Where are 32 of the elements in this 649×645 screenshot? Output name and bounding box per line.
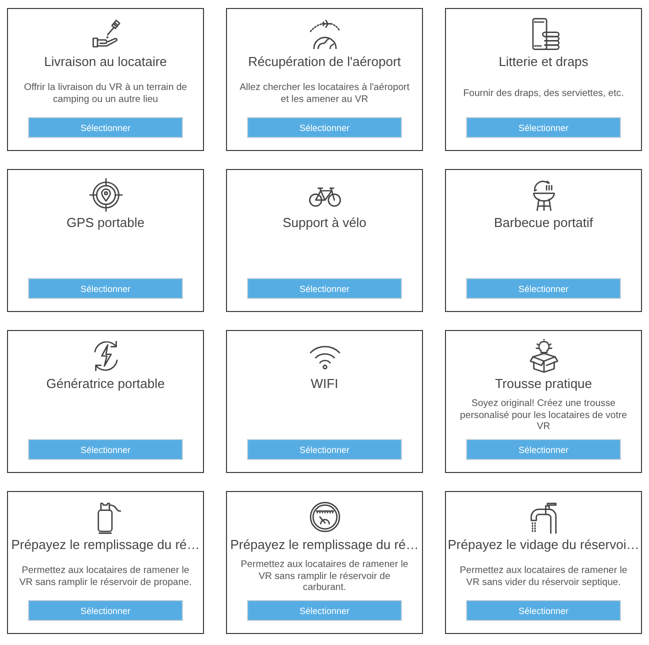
select-button[interactable]: Sélectionner bbox=[247, 278, 402, 299]
select-button[interactable]: Sélectionner bbox=[466, 439, 621, 460]
card-description: Offrir la livraison du VR à un terrain de camping ou un autre lieu bbox=[23, 82, 188, 105]
card-title: Livraison au locataire bbox=[44, 54, 167, 70]
card-title: GPS portable bbox=[66, 215, 145, 231]
card-description: Fournir des draps, des serviettes, etc. bbox=[463, 88, 624, 100]
card-title: Barbecue portatif bbox=[494, 215, 593, 231]
card-title: Récupération de l'aéroport bbox=[248, 54, 401, 70]
target-pin-icon bbox=[88, 178, 124, 212]
card-description: Allez chercher les locataires à l'aéroport et les amener au VR bbox=[238, 82, 410, 105]
select-button[interactable]: Sélectionner bbox=[466, 600, 621, 621]
card-title: Prépayez le vidage du réservoi… bbox=[448, 537, 640, 553]
card-description: Permettez aux locataires de ramener le VR sans vider du réservoir septique. bbox=[458, 565, 628, 588]
card-description: Permettez aux locataires de ramener le VR sans ramplir le réservoir de carburant. bbox=[240, 559, 410, 594]
card-title: WIFI bbox=[310, 376, 338, 392]
select-button[interactable]: Sélectionner bbox=[247, 117, 402, 138]
card-title: Trousse pratique bbox=[494, 376, 592, 392]
select-button[interactable]: Sélectionner bbox=[28, 439, 183, 460]
card-title: Génératrice portable bbox=[46, 376, 165, 392]
card-title: Prépayez le remplissage du ré… bbox=[230, 537, 419, 553]
select-button[interactable]: Sélectionner bbox=[28, 117, 183, 138]
select-button[interactable]: Sélectionner bbox=[466, 278, 621, 299]
select-button[interactable]: Sélectionner bbox=[247, 600, 402, 621]
select-button[interactable]: Sélectionner bbox=[466, 117, 621, 138]
select-button[interactable]: Sélectionner bbox=[28, 600, 183, 621]
card-description: Permettez aux locataires de ramener le VR sans ramplir le réservoir de propane. bbox=[18, 565, 193, 588]
card-title: Prépayez le remplissage du ré… bbox=[11, 537, 200, 553]
select-button[interactable]: Sélectionner bbox=[28, 278, 183, 299]
select-button[interactable]: Sélectionner bbox=[247, 439, 402, 460]
card-title: Litterie et draps bbox=[498, 54, 588, 70]
card-title: Support à vélo bbox=[282, 215, 366, 231]
card-description: Soyez original! Créez une trousse personalisé pour les locataires de votre VR bbox=[459, 398, 628, 433]
